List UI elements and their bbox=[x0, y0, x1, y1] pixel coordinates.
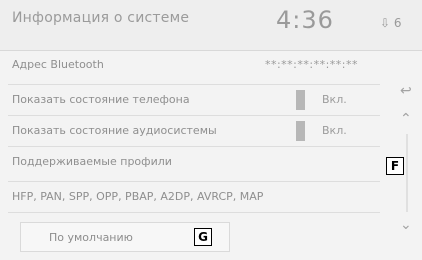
callout-f: F bbox=[386, 157, 404, 175]
phone-status-toggle[interactable]: Вкл. bbox=[296, 89, 368, 110]
page-title: Информация о системе bbox=[12, 10, 190, 26]
profiles-value: HFP, PAN, SPP, OPP, PBAP, A2DP, AVRCP, M… bbox=[12, 190, 264, 203]
audio-status-toggle[interactable]: Вкл. bbox=[296, 120, 368, 141]
down-arrow-icon[interactable]: ⌄ bbox=[400, 218, 412, 232]
toggle-label: Вкл. bbox=[322, 93, 347, 106]
status-indicator: ⇩ 6 bbox=[380, 16, 402, 30]
toggle-indicator bbox=[296, 90, 305, 110]
scrollbar[interactable] bbox=[406, 134, 408, 212]
profiles-label: Поддерживаемые профили bbox=[12, 155, 172, 168]
profiles-row: Поддерживаемые профили bbox=[8, 147, 380, 182]
callout-g: G bbox=[194, 228, 212, 246]
phone-status-label: Показать состояние телефона bbox=[12, 93, 190, 106]
bluetooth-address-value: **:**:**:**:**:** bbox=[264, 58, 358, 71]
up-arrow-icon[interactable]: ⌃ bbox=[400, 112, 412, 126]
toggle-label: Вкл. bbox=[322, 124, 347, 137]
toggle-indicator bbox=[296, 121, 305, 141]
audio-status-label: Показать состояние аудиосистемы bbox=[12, 124, 217, 137]
bluetooth-address-label: Адрес Bluetooth bbox=[12, 58, 104, 71]
clock: 4:36 bbox=[276, 6, 334, 34]
bluetooth-address-row: Адрес Bluetooth **:**:**:**:**:** bbox=[8, 50, 380, 85]
audio-status-row[interactable]: Показать состояние аудиосистемы Вкл. bbox=[8, 116, 380, 147]
header: Информация о системе 4:36 ⇩ 6 bbox=[0, 0, 422, 51]
profiles-value-row: HFP, PAN, SPP, OPP, PBAP, A2DP, AVRCP, M… bbox=[8, 182, 380, 213]
phone-status-row[interactable]: Показать состояние телефона Вкл. bbox=[8, 85, 380, 116]
sidebar: ↩ ⌃ ⌄ bbox=[392, 50, 422, 260]
screen: Информация о системе 4:36 ⇩ 6 Адрес Blue… bbox=[0, 0, 422, 260]
back-icon[interactable]: ↩ bbox=[400, 84, 412, 98]
